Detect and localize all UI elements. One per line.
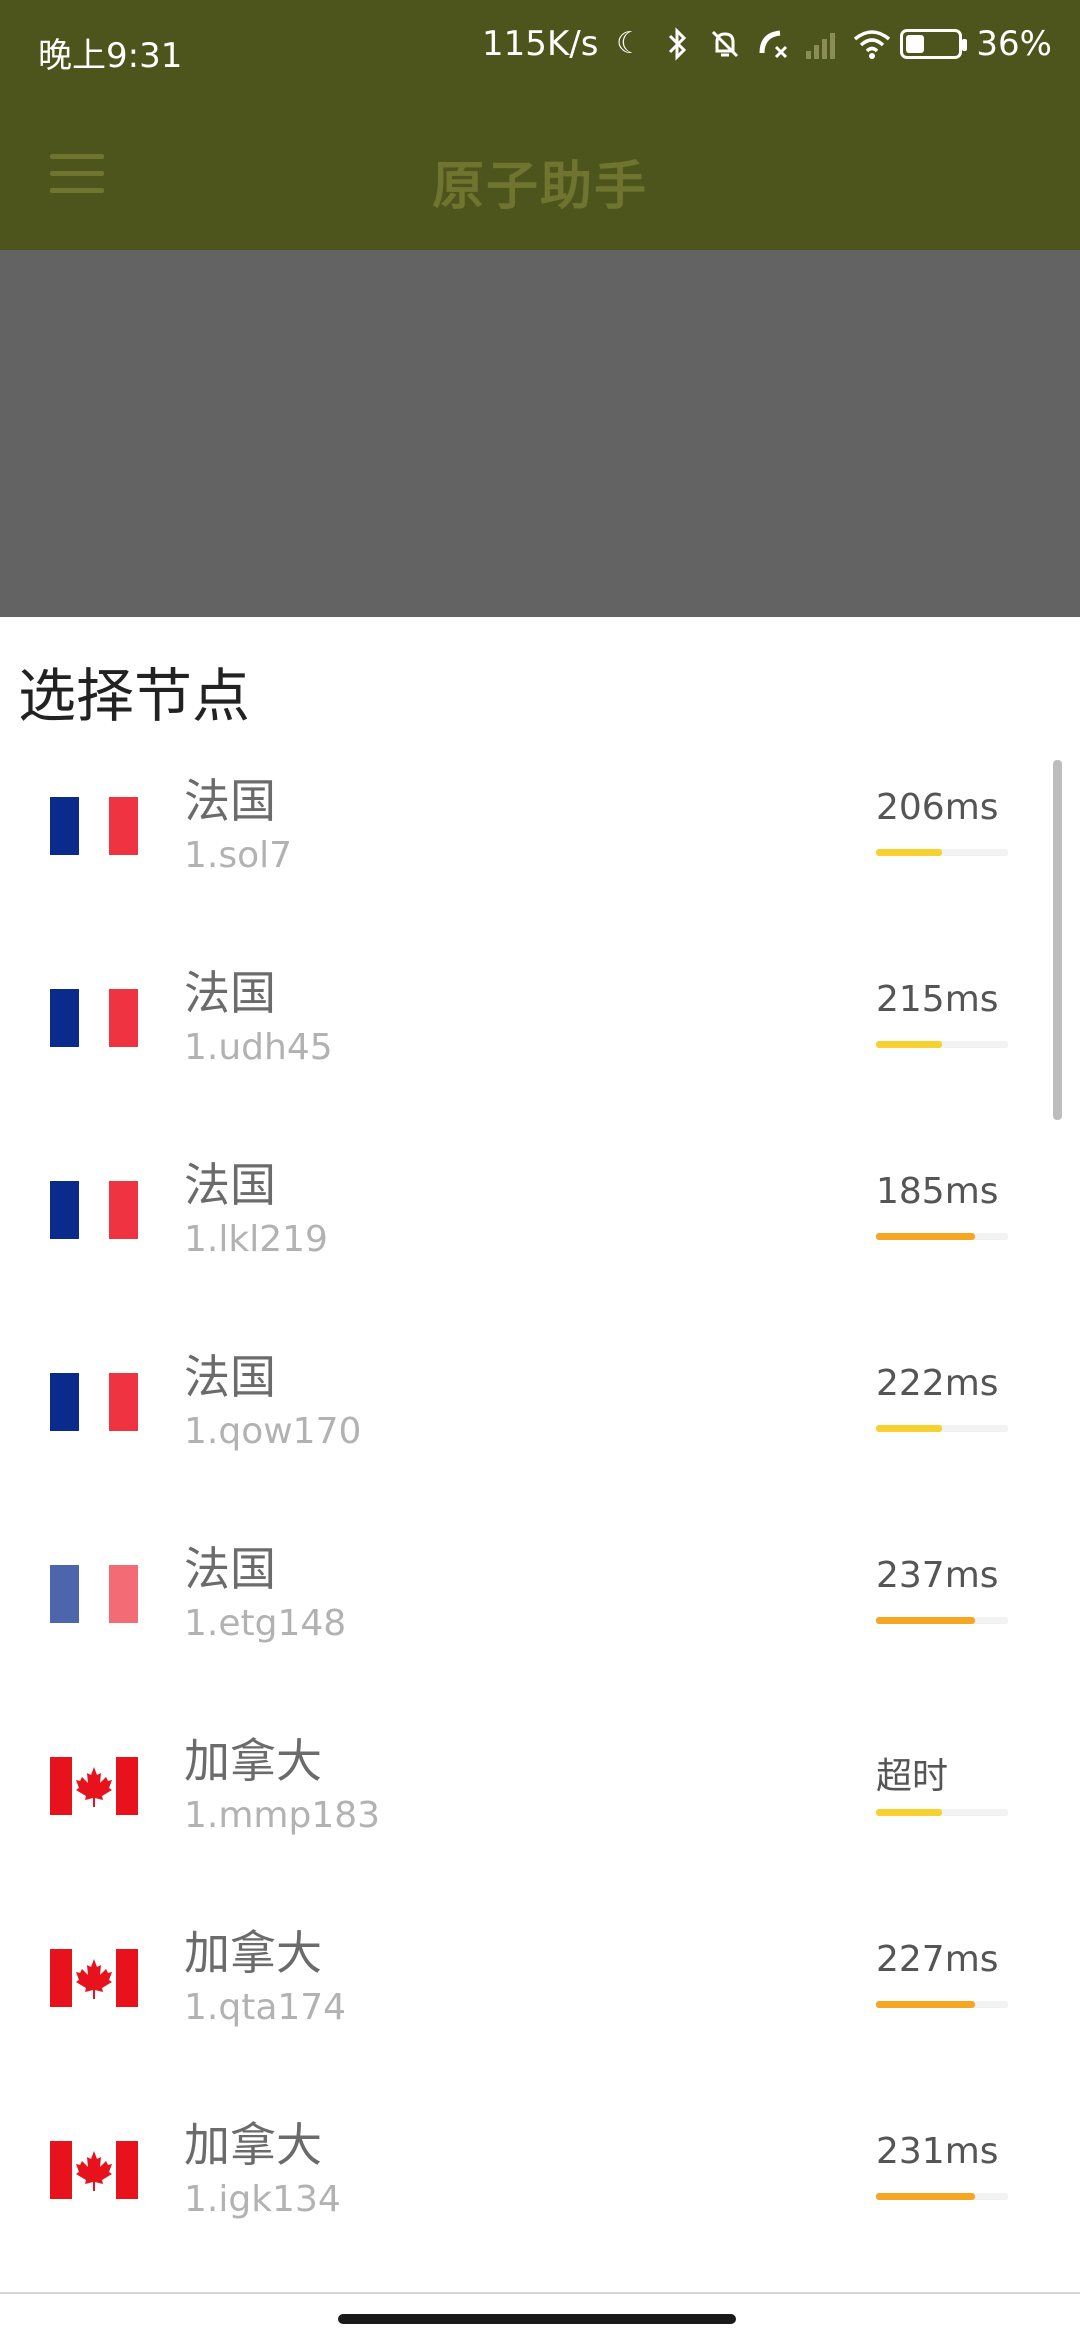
home-indicator[interactable] bbox=[338, 2314, 736, 2324]
node-row[interactable]: 加拿大 1.qta174 227ms bbox=[0, 1889, 1080, 2081]
node-country: 法国 bbox=[184, 966, 276, 1020]
latency-bar-fill bbox=[876, 2001, 975, 2008]
node-id: 1.igk134 bbox=[184, 2179, 341, 2220]
scrim-overlay[interactable] bbox=[0, 250, 1080, 617]
node-id: 1.mmp183 bbox=[184, 1795, 381, 1836]
node-latency: 185ms bbox=[876, 1171, 999, 1212]
node-country: 加拿大 bbox=[184, 2118, 322, 2172]
signal-icon bbox=[804, 27, 838, 61]
canada-flag-icon bbox=[50, 2141, 138, 2199]
node-country: 法国 bbox=[184, 774, 276, 828]
status-bar: 晚上9:31 115K/s ☾ 36% bbox=[0, 0, 1080, 100]
node-row[interactable]: 法国 1.lkl219 185ms bbox=[0, 1121, 1080, 1313]
node-id: 1.qta174 bbox=[184, 1987, 347, 2028]
node-row[interactable]: 加拿大 1.igk134 231ms bbox=[0, 2081, 1080, 2273]
wifi-icon bbox=[852, 27, 891, 61]
latency-bar bbox=[876, 2193, 1008, 2200]
node-country: 加拿大 bbox=[184, 1926, 322, 1980]
latency-bar-fill bbox=[876, 1041, 942, 1048]
latency-bar bbox=[876, 1425, 1008, 1432]
latency-bar-fill bbox=[876, 1233, 975, 1240]
latency-bar bbox=[876, 1233, 1008, 1240]
latency-bar-fill bbox=[876, 1809, 942, 1816]
node-country: 法国 bbox=[184, 1158, 276, 1212]
app-title: 原子助手 bbox=[431, 157, 648, 217]
france-flag-icon bbox=[50, 1373, 138, 1431]
node-id: 1.udh45 bbox=[184, 1027, 333, 1068]
node-id: 1.etg148 bbox=[184, 1603, 347, 1644]
latency-bar-fill bbox=[876, 2193, 975, 2200]
latency-bar bbox=[876, 849, 1008, 856]
bell-mute-icon bbox=[708, 27, 742, 61]
latency-bar-fill bbox=[876, 1617, 975, 1624]
node-list: 法国 1.sol7 206ms 法国 1.udh45 215ms 法国 1.lkl219 185… bbox=[0, 737, 1080, 2273]
node-picker-sheet: 选择节点 法国 1.sol7 206ms 法国 1.udh45 215ms 法国 1.lkl2… bbox=[0, 617, 1080, 2340]
moon-icon: ☾ bbox=[615, 26, 643, 61]
france-flag-icon bbox=[50, 989, 138, 1047]
latency-bar bbox=[876, 2001, 1008, 2008]
canada-flag-icon bbox=[50, 1757, 138, 1815]
france-flag-icon bbox=[50, 797, 138, 855]
node-row[interactable]: 法国 1.qow170 222ms bbox=[0, 1313, 1080, 1505]
node-latency: 215ms bbox=[876, 979, 999, 1020]
canada-flag-icon bbox=[50, 1949, 138, 2007]
bluetooth-icon bbox=[660, 27, 694, 61]
node-row[interactable]: 法国 1.sol7 206ms bbox=[0, 737, 1080, 929]
latency-bar-fill bbox=[876, 1425, 942, 1432]
node-country: 法国 bbox=[184, 1542, 276, 1596]
app-bar: 原子助手 bbox=[0, 100, 1080, 250]
latency-bar bbox=[876, 1809, 1008, 1816]
node-row[interactable]: 法国 1.etg148 237ms bbox=[0, 1505, 1080, 1697]
status-icons: 115K/s ☾ 36% bbox=[482, 24, 1052, 64]
call-off-icon bbox=[756, 27, 790, 61]
node-id: 1.qow170 bbox=[184, 1411, 362, 1452]
sheet-title: 选择节点 bbox=[18, 662, 251, 730]
node-id: 1.lkl219 bbox=[184, 1219, 328, 1260]
battery-percent: 36% bbox=[976, 24, 1052, 64]
node-latency: 231ms bbox=[876, 2131, 999, 2172]
node-latency: 超时 bbox=[876, 1756, 949, 1797]
nav-divider bbox=[0, 2292, 1080, 2294]
node-latency: 227ms bbox=[876, 1939, 999, 1980]
node-row[interactable]: 加拿大 1.mmp183 超时 bbox=[0, 1697, 1080, 1889]
battery-fill bbox=[906, 35, 925, 53]
latency-bar bbox=[876, 1041, 1008, 1048]
node-id: 1.sol7 bbox=[184, 835, 293, 876]
battery-icon bbox=[900, 29, 968, 59]
node-latency: 222ms bbox=[876, 1363, 999, 1404]
node-latency: 206ms bbox=[876, 787, 999, 828]
france-flag-icon bbox=[50, 1565, 138, 1623]
latency-bar-fill bbox=[876, 849, 942, 856]
node-row[interactable]: 法国 1.udh45 215ms bbox=[0, 929, 1080, 1121]
network-speed: 115K/s bbox=[482, 24, 599, 64]
node-country: 法国 bbox=[184, 1350, 276, 1404]
scrollbar[interactable] bbox=[1053, 760, 1062, 1120]
status-time: 晚上9:31 bbox=[38, 36, 183, 76]
latency-bar bbox=[876, 1617, 1008, 1624]
node-country: 加拿大 bbox=[184, 1734, 322, 1788]
node-latency: 237ms bbox=[876, 1555, 999, 1596]
france-flag-icon bbox=[50, 1181, 138, 1239]
